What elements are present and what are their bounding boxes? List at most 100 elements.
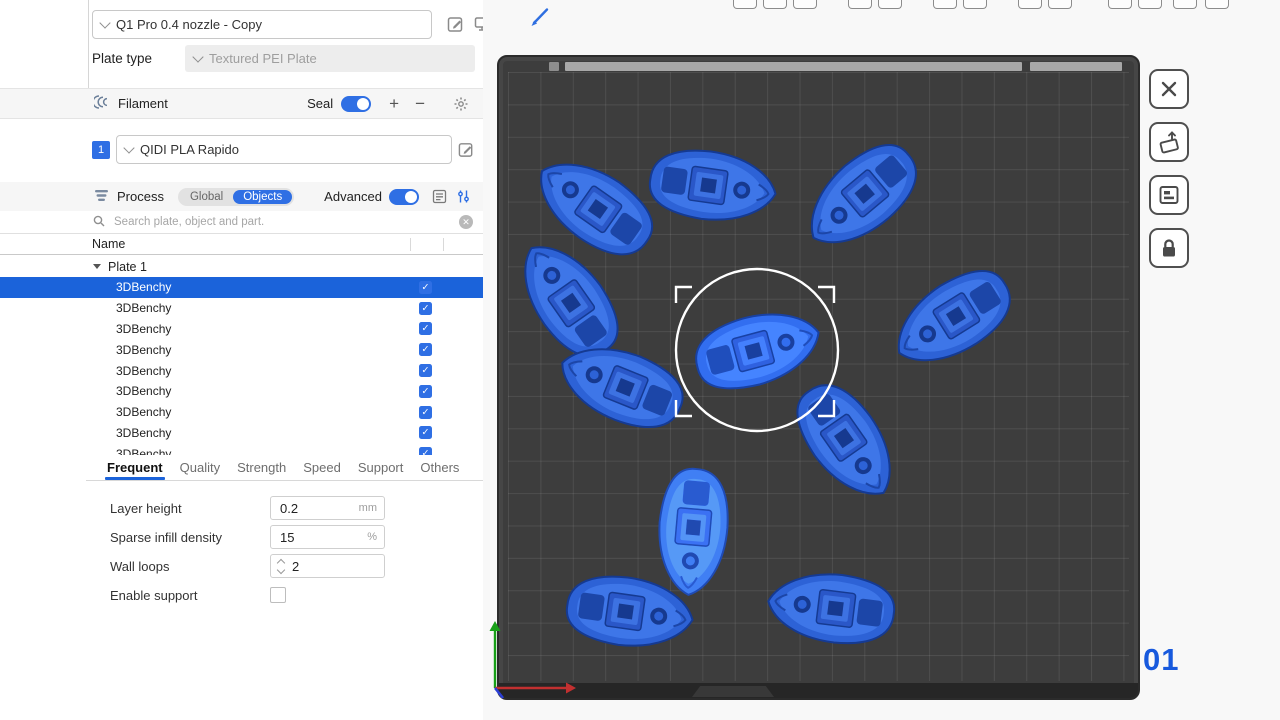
visibility-checkbox[interactable] — [419, 426, 432, 439]
lock-plate-button[interactable] — [1149, 228, 1189, 268]
search-icon — [93, 215, 105, 230]
toolbar-icon-partial[interactable] — [733, 0, 757, 9]
object-label: 3DBenchy — [116, 384, 419, 398]
toolbar-icon-partial[interactable] — [1138, 0, 1162, 9]
visibility-checkbox[interactable] — [419, 447, 432, 455]
object-tree: Plate 1 3DBenchy 3DBenchy 3DBenchy 3DBen… — [0, 256, 483, 455]
toolbar-icon-partial[interactable] — [963, 0, 987, 9]
add-filament-button[interactable]: + — [387, 95, 401, 112]
visibility-checkbox[interactable] — [419, 385, 432, 398]
edit-pencil-icon[interactable] — [527, 4, 553, 33]
toolbar-icon-partial[interactable] — [878, 0, 902, 9]
object-label: 3DBenchy — [116, 405, 419, 419]
filament-select[interactable]: QIDI PLA Rapido — [116, 135, 452, 164]
printer-preset-select[interactable]: Q1 Pro 0.4 nozzle - Copy — [92, 10, 432, 39]
search-bar: ✕ — [0, 211, 483, 234]
visibility-checkbox[interactable] — [419, 281, 432, 294]
layer-height-input[interactable] — [278, 500, 355, 517]
tree-row[interactable]: 3DBenchy — [0, 423, 483, 444]
column-divider — [443, 238, 444, 251]
tab-frequent[interactable]: Frequent — [105, 455, 165, 480]
object-list-header: Name — [0, 234, 483, 255]
visibility-checkbox[interactable] — [419, 322, 432, 335]
toolbar-icon-partial[interactable] — [1048, 0, 1072, 9]
tab-speed[interactable]: Speed — [301, 455, 343, 480]
search-input[interactable] — [112, 215, 452, 229]
column-divider — [410, 238, 411, 251]
parameter-tabs: Frequent Quality Strength Speed Support … — [86, 455, 483, 481]
tree-row[interactable]: 3DBenchy — [0, 360, 483, 381]
tab-global[interactable]: Global — [180, 190, 233, 204]
toolbar-icon-partial[interactable] — [793, 0, 817, 9]
process-icon — [94, 188, 109, 206]
toolbar-icon-partial[interactable] — [1018, 0, 1042, 9]
seal-toggle[interactable] — [341, 96, 371, 112]
auto-orient-plate-button[interactable] — [1149, 122, 1189, 162]
parameter-table-icon[interactable] — [432, 189, 447, 204]
filament-settings-gear-icon[interactable] — [453, 96, 469, 112]
param-row-enable-support: Enable support — [0, 582, 483, 608]
build-plate[interactable] — [497, 55, 1140, 700]
visibility-checkbox[interactable] — [419, 364, 432, 377]
filament-section-header: Filament Seal + − — [0, 89, 483, 118]
process-scope-segment: Global Objects — [178, 188, 294, 206]
tree-row[interactable]: 3DBenchy — [0, 319, 483, 340]
name-column-header: Name — [92, 237, 125, 251]
toolbar-icon-partial[interactable] — [1108, 0, 1132, 9]
enable-support-checkbox[interactable] — [270, 587, 286, 603]
panel-divider — [88, 0, 89, 88]
tab-others[interactable]: Others — [418, 455, 461, 480]
layer-height-unit: mm — [359, 502, 377, 514]
advanced-toggle[interactable] — [389, 189, 419, 205]
infill-input[interactable] — [278, 529, 363, 546]
process-section-header: Process Global Objects Advanced — [0, 182, 483, 211]
object-label: 3DBenchy — [116, 447, 419, 455]
remove-filament-button[interactable]: − — [413, 95, 427, 112]
arrange-plate-button[interactable] — [1149, 175, 1189, 215]
stepper-arrows-icon[interactable] — [278, 560, 284, 573]
param-row-infill: Sparse infill density % — [0, 524, 483, 550]
toolbar-icon-partial[interactable] — [1173, 0, 1197, 9]
tree-row[interactable]: 3DBenchy — [0, 402, 483, 423]
expand-arrow-icon[interactable] — [93, 264, 101, 269]
object-label: 3DBenchy — [116, 301, 419, 315]
compare-presets-icon[interactable] — [456, 189, 471, 204]
param-row-layer-height: Layer height mm — [0, 495, 483, 521]
tree-row[interactable]: 3DBenchy — [0, 339, 483, 360]
object-label: 3DBenchy — [116, 322, 419, 336]
filament-section-title: Filament — [118, 96, 168, 111]
tab-quality[interactable]: Quality — [178, 455, 222, 480]
visibility-checkbox[interactable] — [419, 343, 432, 356]
plate-number: 01 — [1143, 642, 1179, 678]
tree-row[interactable]: 3DBenchy — [0, 298, 483, 319]
toolbar-icon-partial[interactable] — [848, 0, 872, 9]
wall-loops-input[interactable] — [290, 558, 377, 575]
tab-support[interactable]: Support — [356, 455, 406, 480]
divider — [0, 118, 483, 119]
plate-rail-segment — [549, 62, 559, 71]
filament-row: 1 QIDI PLA Rapido — [92, 135, 475, 164]
delete-plate-button[interactable] — [1149, 69, 1189, 109]
viewport-3d[interactable]: 01 — [483, 0, 1280, 720]
tab-strength[interactable]: Strength — [235, 455, 288, 480]
clear-search-icon[interactable]: ✕ — [459, 215, 473, 229]
infill-unit: % — [367, 531, 377, 543]
edit-filament-icon[interactable] — [458, 141, 475, 158]
toolbar-icon-partial[interactable] — [933, 0, 957, 9]
tab-objects[interactable]: Objects — [233, 190, 292, 204]
tree-row[interactable]: 3DBenchy — [0, 381, 483, 402]
tree-plate-row[interactable]: Plate 1 — [0, 256, 483, 277]
visibility-checkbox[interactable] — [419, 302, 432, 315]
tree-row[interactable]: 3DBenchy — [0, 277, 483, 298]
filament-name: QIDI PLA Rapido — [140, 142, 239, 157]
frequent-parameters: Layer height mm Sparse infill density % … — [0, 495, 483, 611]
slicer-app: Q1 Pro 0.4 nozzle - Copy Plate type Text… — [0, 0, 1280, 720]
plate-type-select[interactable]: Textured PEI Plate — [185, 45, 475, 72]
object-label: 3DBenchy — [116, 280, 419, 294]
visibility-checkbox[interactable] — [419, 406, 432, 419]
toolbar-icon-partial[interactable] — [1205, 0, 1229, 9]
tree-row[interactable]: 3DBenchy — [0, 443, 483, 455]
left-panel: Q1 Pro 0.4 nozzle - Copy Plate type Text… — [0, 0, 484, 720]
toolbar-icon-partial[interactable] — [763, 0, 787, 9]
edit-preset-icon[interactable] — [447, 15, 465, 33]
